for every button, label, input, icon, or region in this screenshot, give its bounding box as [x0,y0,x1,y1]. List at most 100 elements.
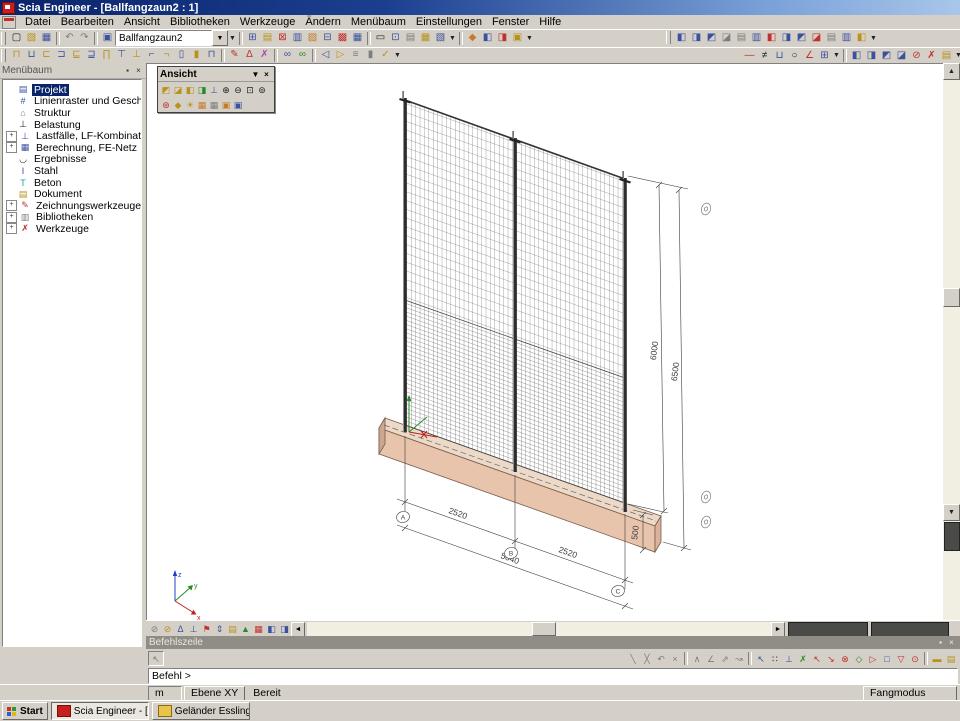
member-toolbar-icon[interactable]: ⊓ [204,48,219,62]
view-icon[interactable]: ◨ [196,83,208,96]
view-icon[interactable]: ⊚ [256,83,268,96]
snap-mode-button[interactable]: Fangmodus [863,686,957,701]
toolbar-grip[interactable] [1,32,6,45]
project-toolbar-icon[interactable]: ▩ [335,31,350,45]
sidebar-item-zeichnungswerkzeuge[interactable]: +✎Zeichnungswerkzeuge [3,200,141,212]
modify-toolbar-icon[interactable]: ✎ [227,48,242,62]
tree-expander-icon[interactable]: + [6,200,17,211]
cursor-mode-icon[interactable]: ↖ [148,651,164,666]
start-button[interactable]: Start [2,702,48,720]
menu-item[interactable]: Fenster [487,15,534,29]
menu-item[interactable]: Bearbeiten [56,15,119,29]
curve-tool-icon[interactable]: ⇗ [718,652,732,665]
toolbar-grip[interactable] [1,49,6,62]
window-layout-icon[interactable]: ◧ [764,31,779,45]
window-layout-icon[interactable]: ◪ [809,31,824,45]
geometry-icon[interactable]: ○ [787,49,802,63]
sidebar-item-berechnung-fe-netz[interactable]: +▦Berechnung, FE-Netz [3,142,141,154]
view-icon[interactable]: ⊖ [232,83,244,96]
member-toolbar-icon[interactable]: ⊐ [54,48,69,62]
corner-icon[interactable]: ◩ [879,49,894,63]
toolbar-collapse-icon[interactable]: ◄ [291,622,305,637]
horizontal-scroll-thumb[interactable] [532,622,556,636]
scroll-down-icon[interactable]: ▼ [943,504,960,521]
activity-icon[interactable]: ⊥ [187,623,200,636]
selection-toolbar-icon[interactable]: ▷ [333,48,348,62]
member-toolbar-icon[interactable]: ⊓ [9,48,24,62]
grid-tool-icon[interactable]: ∷ [768,652,782,665]
table-tool-icon[interactable]: ▬ [930,652,944,665]
activity-icon[interactable]: ▲ [239,623,252,636]
snap-point-icon[interactable]: ◇ [852,652,866,665]
taskbar-task-folder[interactable]: Geländer Esslingen [152,702,250,720]
grid-tool-icon[interactable]: ✗ [796,652,810,665]
selection-toolbar-icon[interactable]: ▮ [363,48,378,62]
pin-icon[interactable]: ▪ [122,65,133,76]
visibility-toolbar-icon[interactable]: ∞ [280,48,295,62]
grid-tool-icon[interactable]: ⊥ [782,652,796,665]
draw-tool-icon[interactable]: ↶ [654,652,668,665]
render-icon[interactable]: ▦ [208,98,220,111]
selection-toolbar-icon[interactable]: ✓ [378,48,393,62]
pin-icon[interactable]: ▪ [935,638,946,647]
selection-toolbar-icon[interactable]: ◁ [318,48,333,62]
print-toolbar-icon[interactable]: ▭ [373,31,388,45]
corner-icon[interactable]: ◧ [849,49,864,63]
selection-toolbar-icon[interactable]: ≡ [348,48,363,62]
app-icon[interactable] [2,2,15,14]
corner-icon[interactable]: ◪ [894,49,909,63]
close-icon[interactable]: × [133,65,144,76]
curve-tool-icon[interactable]: ↝ [732,652,746,665]
sidebar-item-ergebnisse[interactable]: ◡Ergebnisse [3,154,141,166]
tools-toolbar-icon[interactable]: ◆ [465,31,480,45]
dropdown-arrow[interactable]: ▼ [869,31,878,45]
clip-icon[interactable]: ✗ [924,49,939,63]
menu-item[interactable]: Datei [20,15,56,29]
tools-toolbar-icon[interactable]: ▣ [510,31,525,45]
undo-redo-icon[interactable]: ↷ [77,31,92,45]
sidebar-item-struktur[interactable]: ⌂Struktur [3,107,141,119]
tree-expander-icon[interactable]: + [6,212,17,223]
docked-slot-2[interactable] [871,622,949,637]
window-layout-icon[interactable]: ▥ [839,31,854,45]
clip-icon[interactable]: ⊘ [909,49,924,63]
dropdown-arrow[interactable]: ▼ [832,49,841,63]
view-icon[interactable]: ⊥ [208,83,220,96]
sidebar-item-bibliotheken[interactable]: +▥Bibliotheken [3,212,141,224]
project-combo[interactable]: Ballfangzaun2 [115,30,212,46]
render-icon[interactable]: ◆ [172,98,184,111]
member-toolbar-icon[interactable]: ⊥ [129,48,144,62]
sidebar-item-lastf-lle-lf-kombinationen[interactable]: +⊥Lastfälle, LF-Kombinationen [3,130,141,142]
project-toolbar-icon[interactable]: ⊞ [245,31,260,45]
activity-icon[interactable]: Δ [174,623,187,636]
view-icon[interactable]: ⊡ [244,83,256,96]
window-layout-icon[interactable]: ◩ [794,31,809,45]
view-palette-header[interactable]: Ansicht ▼ × [158,67,274,82]
tools-toolbar-icon[interactable]: ◧ [480,31,495,45]
menu-item[interactable]: Werkzeuge [235,15,300,29]
taskbar-task-scia[interactable]: Scia Engineer - [... [51,702,149,720]
scroll-right-icon[interactable]: ► [771,622,785,637]
print-toolbar-icon[interactable]: ▧ [433,31,448,45]
snap-point-icon[interactable]: ▽ [894,652,908,665]
activity-icon[interactable]: ⊘ [148,623,161,636]
geometry-icon[interactable]: ⊔ [772,49,787,63]
scroll-up-icon[interactable]: ▲ [943,63,960,80]
clip-icon[interactable]: ▤ [939,49,954,63]
window-layout-icon[interactable]: ▤ [824,31,839,45]
activity-icon[interactable]: ◧ [265,623,278,636]
member-toolbar-icon[interactable]: ∏ [99,48,114,62]
menu-item[interactable]: Hilfe [534,15,566,29]
window-layout-icon[interactable]: ◪ [719,31,734,45]
sidebar-item-beton[interactable]: TBeton [3,177,141,189]
member-toolbar-icon[interactable]: ⊏ [39,48,54,62]
activity-icon[interactable]: ⊘ [161,623,174,636]
modify-toolbar-icon[interactable]: ✗ [257,48,272,62]
project-combo-dropdown[interactable]: ▼ [212,30,228,46]
chevron-down-icon[interactable]: ▼ [250,70,261,79]
member-toolbar-icon[interactable]: ⌐ [144,48,159,62]
geometry-icon[interactable]: — [742,49,757,63]
render-icon[interactable]: ▣ [220,98,232,111]
activity-icon[interactable]: ⚑ [200,623,213,636]
tools-toolbar-icon[interactable]: ◨ [495,31,510,45]
